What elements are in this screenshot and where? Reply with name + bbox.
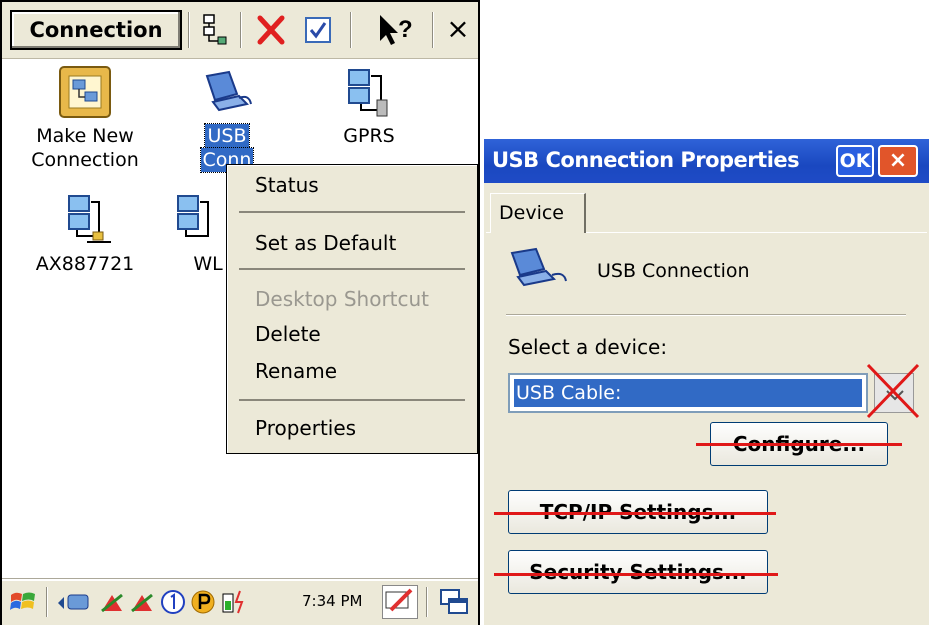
usb-connection-icon <box>506 245 570 297</box>
make-new-connection-item[interactable]: Make New Connection <box>20 64 150 172</box>
icon-label: Connection <box>31 149 139 171</box>
circled-one-icon[interactable] <box>160 589 186 619</box>
window-title-button[interactable]: Connection <box>10 10 182 50</box>
select-device-label: Select a device: <box>508 335 668 359</box>
delete-icon[interactable] <box>252 11 292 49</box>
bluetooth-icon[interactable] <box>128 591 156 619</box>
menu-item-properties[interactable]: Properties <box>255 416 356 440</box>
usb-connection-icon <box>199 64 255 120</box>
annotation-cross-icon <box>866 363 920 419</box>
menu-separator <box>239 211 465 213</box>
tab-device[interactable]: Device <box>490 193 586 233</box>
bluetooth-icon[interactable] <box>98 591 126 619</box>
keyboard-icon[interactable] <box>382 585 418 619</box>
context-menu: Status Set as Default Desktop Shortcut D… <box>226 164 478 454</box>
strikethrough-annotation <box>696 443 902 446</box>
strikethrough-annotation <box>494 573 778 576</box>
device-select[interactable]: USB Cable: <box>508 373 868 413</box>
connection-window: Connection ? × Make New Connection USB C… <box>0 0 480 625</box>
dialog-title-bar: USB Connection Properties OK × <box>484 139 929 183</box>
toolbar: Connection ? × <box>2 2 478 59</box>
toolbar-separator <box>432 12 434 48</box>
wireless-adapter-icon <box>166 192 222 248</box>
icon-label: Make New <box>36 125 134 147</box>
network-status-icon[interactable] <box>56 591 96 619</box>
taskbar: 7:34 PM <box>2 579 478 625</box>
usb-connection-properties-dialog: USB Connection Properties OK × Device US… <box>484 139 929 625</box>
usb-connection-item[interactable]: USB Conn <box>162 64 292 173</box>
checkbox-icon[interactable] <box>298 11 338 49</box>
help-pointer-icon[interactable]: ? <box>374 11 420 49</box>
battery-icon[interactable] <box>220 589 250 619</box>
icon-label: USB <box>204 123 250 149</box>
toolbar-separator <box>350 12 352 48</box>
wireless-adapter-item[interactable]: WL <box>162 192 226 276</box>
icon-label: GPRS <box>343 125 395 147</box>
taskbar-separator <box>426 587 428 617</box>
dialog-title: USB Connection Properties <box>492 148 800 172</box>
svg-text:?: ? <box>398 16 413 43</box>
toolbar-separator <box>240 12 242 48</box>
gprs-connection-item[interactable]: GPRS <box>304 64 434 148</box>
window-switch-icon[interactable] <box>438 587 470 621</box>
icon-label: AX887721 <box>35 253 135 275</box>
close-button[interactable]: × <box>878 145 918 177</box>
menu-item-status[interactable]: Status <box>255 173 319 197</box>
clock[interactable]: 7:34 PM <box>302 592 362 610</box>
close-icon[interactable]: × <box>442 11 474 49</box>
start-icon[interactable] <box>8 587 38 621</box>
security-settings-button[interactable]: Security Settings... <box>508 550 768 594</box>
gprs-connection-icon <box>341 64 397 120</box>
connection-name: USB Connection <box>597 260 750 282</box>
divider <box>506 314 906 316</box>
taskbar-separator <box>46 587 48 617</box>
icon-label: WL <box>193 253 223 275</box>
make-new-connection-icon <box>57 64 113 120</box>
menu-item-desktop-shortcut: Desktop Shortcut <box>255 287 430 311</box>
menu-separator <box>239 399 465 401</box>
device-select-value: USB Cable: <box>514 379 862 407</box>
toolbar-separator <box>188 12 190 48</box>
network-adapter-icon <box>57 192 113 248</box>
parking-icon[interactable] <box>190 589 216 619</box>
menu-item-delete[interactable]: Delete <box>255 322 321 346</box>
menu-item-rename[interactable]: Rename <box>255 359 337 383</box>
menu-item-set-as-default[interactable]: Set as Default <box>255 231 396 255</box>
ax887721-item[interactable]: AX887721 <box>20 192 150 276</box>
ok-button[interactable]: OK <box>836 145 874 177</box>
menu-separator <box>239 268 465 270</box>
strikethrough-annotation <box>494 512 776 515</box>
connection-properties-icon[interactable] <box>194 11 234 49</box>
